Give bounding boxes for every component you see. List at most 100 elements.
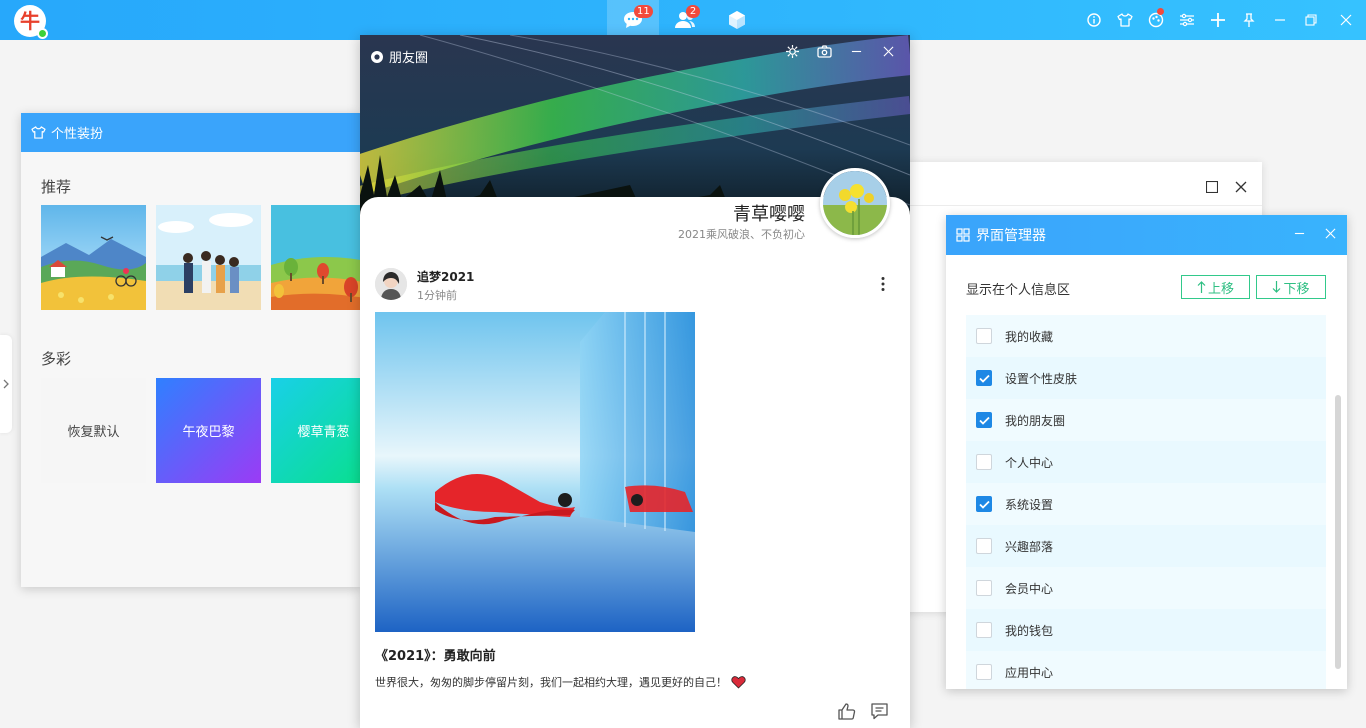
recommend-skins xyxy=(41,205,376,310)
module-list-item[interactable]: 我的收藏 xyxy=(966,315,1326,357)
module-label: 我的朋友圈 xyxy=(1005,413,1066,428)
message-count-badge: 11 xyxy=(634,5,653,18)
tab-contacts[interactable]: 2 xyxy=(659,0,711,40)
module-label: 系统设置 xyxy=(1005,497,1054,512)
tshirt-icon xyxy=(31,126,46,139)
profile-avatar[interactable] xyxy=(820,168,890,238)
moments-title-area: 朋友圈 xyxy=(370,47,428,66)
skin-button[interactable] xyxy=(1109,0,1140,40)
gear-icon xyxy=(785,44,799,58)
thumbs-up-icon xyxy=(838,703,856,720)
profile-name: 青草嘤嘤 xyxy=(733,204,805,225)
move-down-label: 下移 xyxy=(1283,281,1310,297)
module-checkbox[interactable] xyxy=(976,622,992,638)
post-more-button[interactable] xyxy=(880,276,886,296)
move-down-button[interactable]: 下移 xyxy=(1256,275,1326,299)
like-button[interactable] xyxy=(838,703,856,724)
module-checkbox[interactable] xyxy=(976,328,992,344)
module-list-item[interactable]: 应用中心 xyxy=(966,651,1326,689)
module-list-scrollbar[interactable] xyxy=(1335,395,1341,669)
check-icon xyxy=(978,500,990,509)
background-close-button[interactable] xyxy=(1235,178,1247,197)
ui-manager-close-button[interactable] xyxy=(1320,223,1340,243)
moments-controls xyxy=(776,41,904,61)
post-time: 1分钟前 xyxy=(417,289,457,302)
more-vertical-icon xyxy=(881,277,885,291)
module-label: 我的收藏 xyxy=(1005,329,1054,344)
pin-icon xyxy=(1242,13,1255,27)
tab-apps[interactable] xyxy=(711,0,763,40)
info-button[interactable] xyxy=(1078,0,1109,40)
module-checkbox[interactable] xyxy=(976,454,992,470)
ui-manager-title: 界面管理器 xyxy=(976,228,1046,244)
arrow-up-icon xyxy=(1197,281,1206,293)
camera-icon xyxy=(816,44,832,58)
moments-title: 朋友圈 xyxy=(389,51,429,66)
module-checkbox[interactable] xyxy=(976,370,992,386)
profile-signature: 2021乘风破浪、不负初心 xyxy=(678,228,805,241)
settings-button[interactable] xyxy=(1171,0,1202,40)
close-button[interactable] xyxy=(1326,0,1366,40)
skin-window: 个性装扮 推荐 多彩 恢复默认 午夜巴黎 樱草青葱 xyxy=(21,113,376,587)
close-icon xyxy=(1235,181,1247,193)
skin-thumbnail-beach-friends[interactable] xyxy=(156,205,261,310)
move-up-label: 上移 xyxy=(1207,281,1234,297)
sliders-icon xyxy=(1179,13,1194,27)
module-list-item[interactable]: 兴趣部落 xyxy=(966,525,1326,567)
module-checkbox[interactable] xyxy=(976,580,992,596)
skin-tile-label: 恢复默认 xyxy=(67,425,120,440)
minimize-button[interactable] xyxy=(1264,0,1295,40)
pin-button[interactable] xyxy=(1233,0,1264,40)
move-up-button[interactable]: 上移 xyxy=(1181,275,1250,299)
title-bar: 牛 11 2 xyxy=(0,0,1366,40)
color-skins: 恢复默认 午夜巴黎 樱草青葱 xyxy=(41,378,376,483)
theme-notification-dot xyxy=(1157,8,1164,15)
module-checkbox[interactable] xyxy=(976,538,992,554)
module-list-item[interactable]: 设置个性皮肤 xyxy=(966,357,1326,399)
module-list-item[interactable]: 系统设置 xyxy=(966,483,1326,525)
close-icon xyxy=(1340,14,1352,26)
theme-button[interactable] xyxy=(1140,0,1171,40)
close-icon xyxy=(883,46,893,56)
comment-button[interactable] xyxy=(871,703,888,724)
restore-button[interactable] xyxy=(1295,0,1326,40)
module-label: 兴趣部落 xyxy=(1005,539,1054,554)
post-author-avatar[interactable] xyxy=(375,268,407,300)
skin-tile-default[interactable]: 恢复默认 xyxy=(41,378,146,483)
add-button[interactable] xyxy=(1202,0,1233,40)
moments-minimize-button[interactable] xyxy=(840,41,872,61)
module-list-item[interactable]: 会员中心 xyxy=(966,567,1326,609)
post-title: 《2021》：勇敢向前 xyxy=(375,649,496,664)
maximize-icon xyxy=(1205,180,1219,194)
main-tabs: 11 2 xyxy=(607,0,763,40)
sidebar-expand-handle[interactable] xyxy=(0,335,12,433)
module-label: 设置个性皮肤 xyxy=(1005,371,1078,386)
post-author-name[interactable]: 追梦2021 xyxy=(417,268,474,285)
skin-thumbnail-countryside[interactable] xyxy=(41,205,146,310)
module-checkbox[interactable] xyxy=(976,664,992,680)
post-photo[interactable] xyxy=(375,312,695,632)
tab-messages[interactable]: 11 xyxy=(607,0,659,40)
header-divider xyxy=(905,205,1262,206)
app-logo[interactable]: 牛 xyxy=(14,5,48,39)
module-list-item[interactable]: 我的朋友圈 xyxy=(966,399,1326,441)
ui-manager-window: 界面管理器 显示在个人信息区 上移 下移 我的收藏设置个性皮肤 我的朋友圈个人中心… xyxy=(946,215,1347,689)
minimize-icon xyxy=(1294,232,1304,234)
moments-settings-button[interactable] xyxy=(776,41,808,61)
module-checkbox[interactable] xyxy=(976,496,992,512)
module-label: 应用中心 xyxy=(1005,665,1054,680)
display-area-label: 显示在个人信息区 xyxy=(966,283,1071,298)
moments-camera-button[interactable] xyxy=(808,41,840,61)
ui-manager-minimize-button[interactable] xyxy=(1289,223,1309,243)
module-list-item[interactable]: 我的钱包 xyxy=(966,609,1326,651)
comment-icon xyxy=(871,703,888,720)
module-list-item[interactable]: 个人中心 xyxy=(966,441,1326,483)
minimize-icon xyxy=(851,50,861,52)
maximize-button[interactable] xyxy=(1205,178,1219,197)
skin-tile-midnight-paris[interactable]: 午夜巴黎 xyxy=(156,378,261,483)
module-checkbox[interactable] xyxy=(976,412,992,428)
module-label: 会员中心 xyxy=(1005,581,1054,596)
moments-close-button[interactable] xyxy=(872,41,904,61)
close-icon xyxy=(1325,228,1335,238)
info-icon xyxy=(1086,13,1101,27)
